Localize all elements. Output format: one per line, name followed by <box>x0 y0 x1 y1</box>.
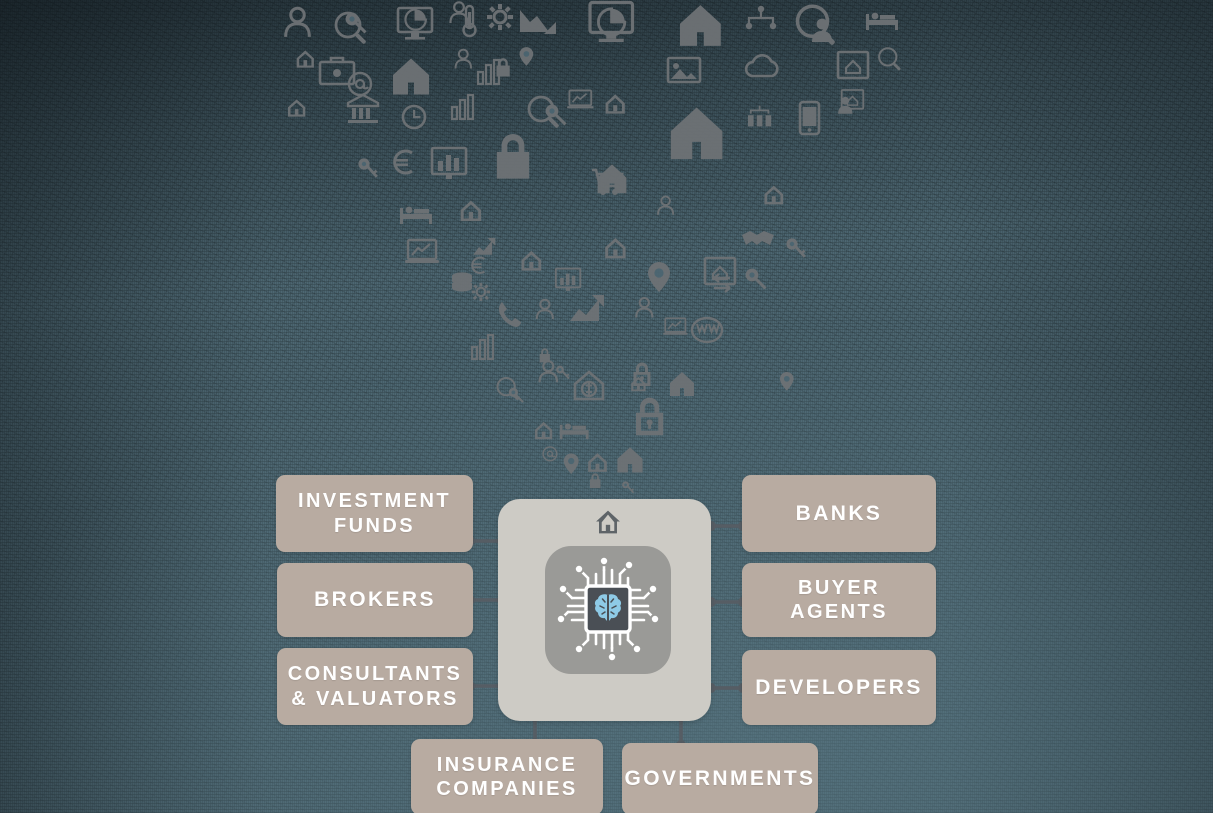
node-label-line: BROKERS <box>314 588 436 612</box>
node-label-line: AGENTS <box>790 601 888 623</box>
node-developers[interactable]: DEVELOPERS <box>742 650 936 725</box>
node-label-line: DEVELOPERS <box>755 675 923 699</box>
node-label-line: INVESTMENT <box>298 490 451 513</box>
node-label-line: BANKS <box>795 501 883 525</box>
node-investment-funds[interactable]: INVESTMENT FUNDS <box>276 475 473 552</box>
node-label-line: FUNDS <box>334 514 415 537</box>
house-icon <box>596 510 620 534</box>
node-brokers[interactable]: BROKERS <box>277 563 473 637</box>
node-governments[interactable]: GOVERNMENTS <box>622 743 818 813</box>
node-label-line: BUYER <box>797 576 880 599</box>
node-buyer-agents[interactable]: BUYER AGENTS <box>742 563 936 637</box>
diagram-canvas: INVESTMENT FUNDS BROKERS CONSULTANTS & V… <box>0 0 1213 813</box>
node-label-line: COMPANIES <box>436 778 578 800</box>
node-insurance-companies[interactable]: INSURANCE COMPANIES <box>411 739 603 813</box>
node-consultants-valuators[interactable]: CONSULTANTS & VALUATORS <box>277 648 473 725</box>
node-label-line: INSURANCE <box>436 753 578 776</box>
node-label-line: CONSULTANTS <box>287 663 463 686</box>
ai-chip-icon[interactable] <box>548 548 668 670</box>
node-label-line: & VALUATORS <box>291 687 459 710</box>
node-label-line: GOVERNMENTS <box>624 767 816 791</box>
node-banks[interactable]: BANKS <box>742 475 936 552</box>
